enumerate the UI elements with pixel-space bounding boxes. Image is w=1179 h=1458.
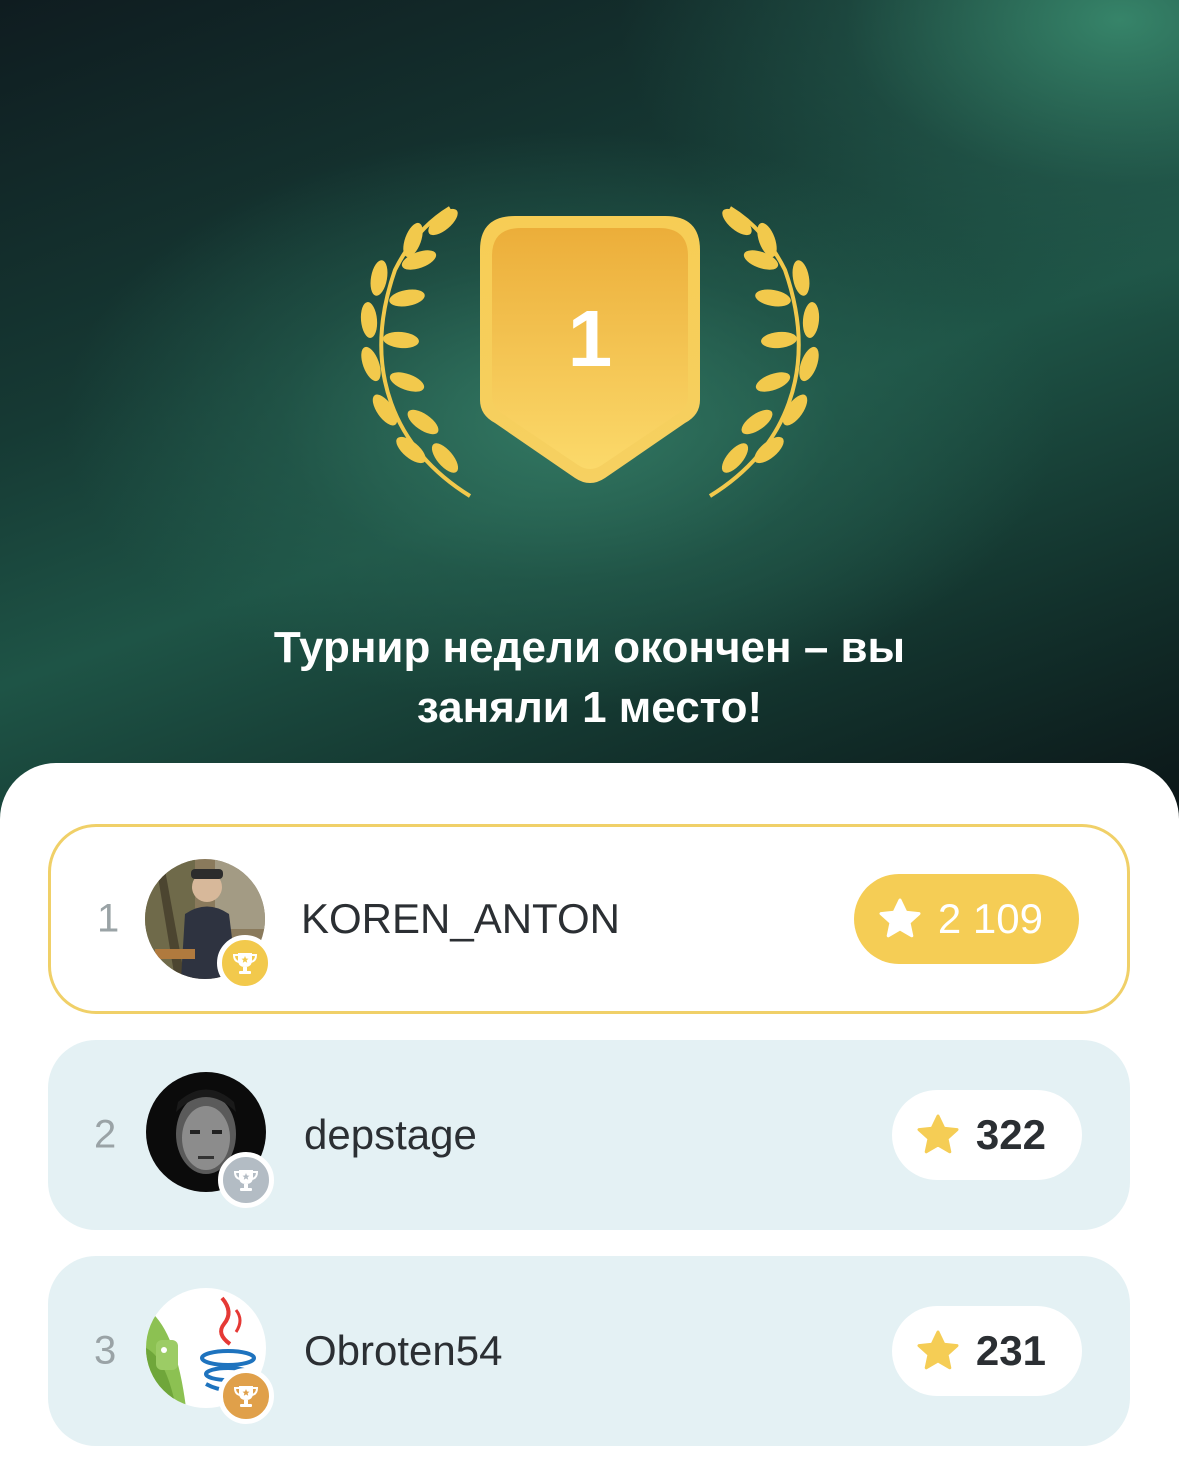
score-value: 2 109 — [937, 895, 1043, 942]
hero-background: 1 Турнир недели окончен – вы заняли 1 ме… — [0, 0, 1179, 820]
place-emblem: 1 — [360, 206, 820, 498]
score-badge: 2 109 — [853, 874, 1079, 964]
score-value: 322 — [975, 1111, 1046, 1158]
leaderboard-sheet: 1 KOREN_ANTON 2 109 2 depstage 322 3 Obr… — [0, 763, 1179, 1458]
result-title-line-2: заняли 1 место! — [416, 683, 763, 732]
place-number: 1 — [568, 294, 613, 383]
username: Obroten54 — [304, 1327, 503, 1374]
star-icon — [917, 1114, 959, 1154]
score-badge: 231 — [891, 1306, 1082, 1396]
username: KOREN_ANTON — [301, 895, 620, 942]
rank-number: 2 — [94, 1112, 117, 1157]
trophy-icon — [218, 1152, 274, 1208]
result-title-line-1: Турнир недели окончен – вы — [273, 623, 906, 672]
laurel-wreath-icon — [360, 206, 472, 498]
trophy-icon — [217, 935, 273, 991]
result-title: Турнир недели окончен – вы заняли 1 мест… — [0, 618, 1179, 738]
leaderboard-row-1[interactable]: 1 KOREN_ANTON 2 109 — [48, 824, 1130, 1014]
leaderboard-row-3[interactable]: 3 Obroten54 231 — [48, 1256, 1130, 1446]
laurel-wreath-icon — [708, 206, 820, 498]
star-icon — [917, 1330, 959, 1370]
rank-number: 1 — [97, 896, 120, 941]
rank-number: 3 — [94, 1328, 117, 1373]
trophy-icon — [218, 1368, 274, 1424]
leaderboard-row-2[interactable]: 2 depstage 322 — [48, 1040, 1130, 1230]
score-value: 231 — [975, 1327, 1046, 1374]
username: depstage — [304, 1111, 477, 1158]
score-badge: 322 — [891, 1090, 1082, 1180]
star-icon — [879, 898, 921, 938]
place-shield: 1 — [480, 216, 700, 483]
